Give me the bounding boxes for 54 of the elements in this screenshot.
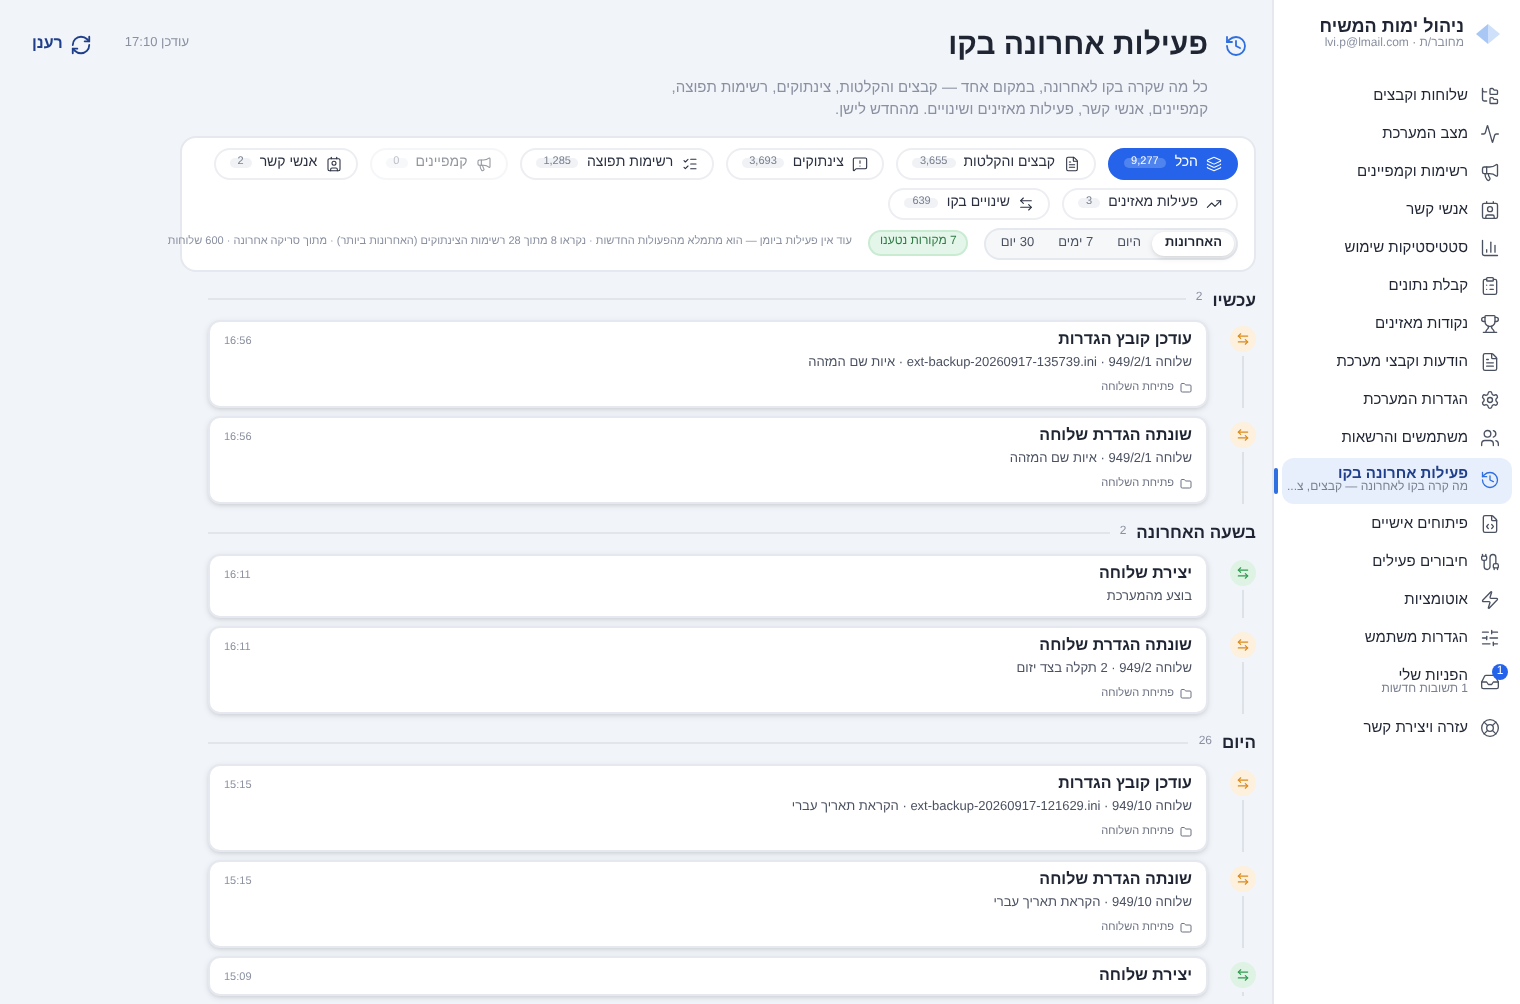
users-icon: [1480, 427, 1500, 448]
history-icon: [1224, 34, 1248, 58]
trend-icon: [1206, 195, 1222, 211]
message-icon: [851, 155, 868, 171]
folder-icon: [1180, 825, 1192, 838]
sliders-icon: [1480, 627, 1500, 648]
document-icon: [1480, 351, 1500, 372]
swap-arrows-icon: [1235, 775, 1249, 790]
contact-card-icon: [1480, 199, 1500, 220]
logo-icon: [1472, 22, 1504, 47]
swap-arrows-icon: [1235, 332, 1249, 347]
swap-arrows-icon: [1235, 967, 1249, 982]
settings-icon: [1480, 389, 1500, 410]
megaphone-icon: [1480, 161, 1500, 182]
swap-arrows-icon: [1235, 638, 1249, 652]
swap-arrows-icon: [1235, 871, 1249, 886]
swap-arrows-icon: [1235, 566, 1249, 580]
clipboard-icon: [1480, 275, 1500, 296]
contact-card-icon: [325, 155, 342, 171]
folder-icon: [1180, 688, 1192, 700]
history-icon: [1480, 470, 1500, 491]
activity-title: שונתה הגדרת שלוחה: [1037, 426, 1192, 447]
folder-icon: [1180, 382, 1192, 395]
inbox-icon: [1480, 672, 1500, 693]
layers-icon: [1206, 155, 1222, 171]
activity-title: עודכן קובץ הגדרות: [1056, 773, 1192, 794]
checklist-icon: [681, 155, 698, 171]
swap-arrows-icon: [1018, 195, 1035, 211]
refresh-icon: [70, 33, 93, 55]
page-title: פעילות אחרונה בקו: [946, 26, 1208, 66]
refresh-button[interactable]: רענן: [24, 28, 101, 60]
group-title: היום: [1222, 730, 1256, 756]
activity-title: עודכן קובץ הגדרות: [1056, 330, 1192, 351]
pulse-icon: [1480, 123, 1500, 144]
megaphone-icon: [475, 155, 492, 171]
activity-title: שונתה הגדרת שלוחה: [1037, 636, 1192, 656]
document-icon: [1063, 155, 1080, 171]
lifebuoy-icon: [1480, 717, 1500, 737]
trophy-icon: [1480, 313, 1500, 334]
folder-icon: [1180, 921, 1192, 934]
activity-title: שונתה הגדרת שלוחה: [1037, 869, 1192, 890]
app-title: ניהול ימות המשיח: [1319, 16, 1464, 37]
folder-tree-icon: [1480, 85, 1500, 106]
activity-title: יצירת שלוחה: [1099, 965, 1192, 986]
folder-icon: [1180, 478, 1192, 491]
activity-title: יצירת שלוחה: [1099, 564, 1192, 584]
bar-chart-icon: [1480, 237, 1500, 258]
active-indicator: [1274, 467, 1278, 494]
lightning-icon: [1480, 589, 1500, 610]
cable-icon: [1480, 551, 1500, 572]
group-title: בשעה האחרונה: [1136, 520, 1256, 546]
swap-arrows-icon: [1235, 428, 1249, 443]
code-file-icon: [1480, 513, 1500, 534]
group-title: עכשיו: [1212, 287, 1256, 313]
